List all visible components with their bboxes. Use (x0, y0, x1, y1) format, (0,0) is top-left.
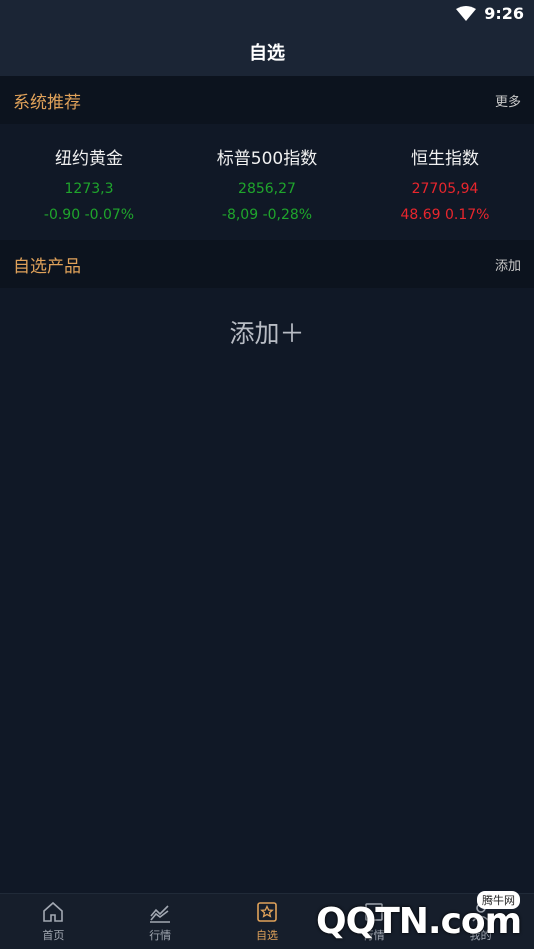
status-bar: 9:26 (0, 0, 534, 28)
more-link[interactable]: 更多 (495, 91, 521, 110)
add-watchlist-button[interactable]: 添加＋ (0, 314, 534, 350)
tab-quotes[interactable]: 行情 (320, 894, 427, 949)
user-icon (471, 903, 490, 922)
page-title: 自选 (249, 43, 285, 64)
tab-profile[interactable]: 我的 (427, 894, 534, 949)
recommend-item-change: 48.69 0.17% (400, 207, 490, 223)
tab-label: 首页 (42, 929, 65, 942)
recommend-item-price: 2856,27 (238, 181, 296, 197)
watchlist-header: 自选产品 添加 (0, 240, 534, 288)
recommend-item-name: 标普500指数 (216, 149, 318, 169)
status-time: 9:26 (484, 4, 524, 23)
recommend-title: 系统推荐 (13, 92, 81, 113)
recommend-list: 纽约黄金 1273,3 -0.90 -0.07% 标普500指数 2856,27… (0, 126, 534, 240)
tab-watchlist[interactable]: 自选 (214, 894, 321, 949)
recommend-item-change: -8,09 -0,28% (221, 207, 313, 223)
star-icon (257, 902, 277, 922)
wifi-icon (456, 5, 477, 21)
home-icon (43, 901, 64, 922)
recommend-item-name: 恒生指数 (411, 149, 479, 169)
recommend-header: 系统推荐 更多 (0, 76, 534, 124)
window-icon (364, 903, 383, 921)
app-bar: 自选 (0, 28, 534, 76)
tab-label: 行情 (149, 929, 172, 942)
tab-home[interactable]: 首页 (0, 894, 107, 949)
recommend-item-hsi[interactable]: 恒生指数 27705,94 48.69 0.17% (356, 126, 534, 240)
tab-label: 行情 (362, 929, 385, 942)
recommend-item-price: 1273,3 (64, 181, 114, 197)
add-link[interactable]: 添加 (495, 255, 521, 274)
tab-market[interactable]: 行情 (107, 894, 214, 949)
recommend-item-name: 纽约黄金 (55, 149, 123, 169)
bottom-tab-bar: 首页 行情 自选 行情 我的 (0, 893, 534, 949)
recommend-item-sp500[interactable]: 标普500指数 2856,27 -8,09 -0,28% (178, 126, 356, 240)
chart-line-icon (150, 905, 171, 923)
recommend-item-price: 27705,94 (411, 181, 479, 197)
recommend-item-change: -0.90 -0.07% (43, 207, 135, 223)
tab-label: 自选 (255, 929, 278, 942)
tab-label: 我的 (469, 929, 492, 942)
recommend-item-gold[interactable]: 纽约黄金 1273,3 -0.90 -0.07% (0, 126, 178, 240)
watchlist-title: 自选产品 (13, 256, 81, 277)
